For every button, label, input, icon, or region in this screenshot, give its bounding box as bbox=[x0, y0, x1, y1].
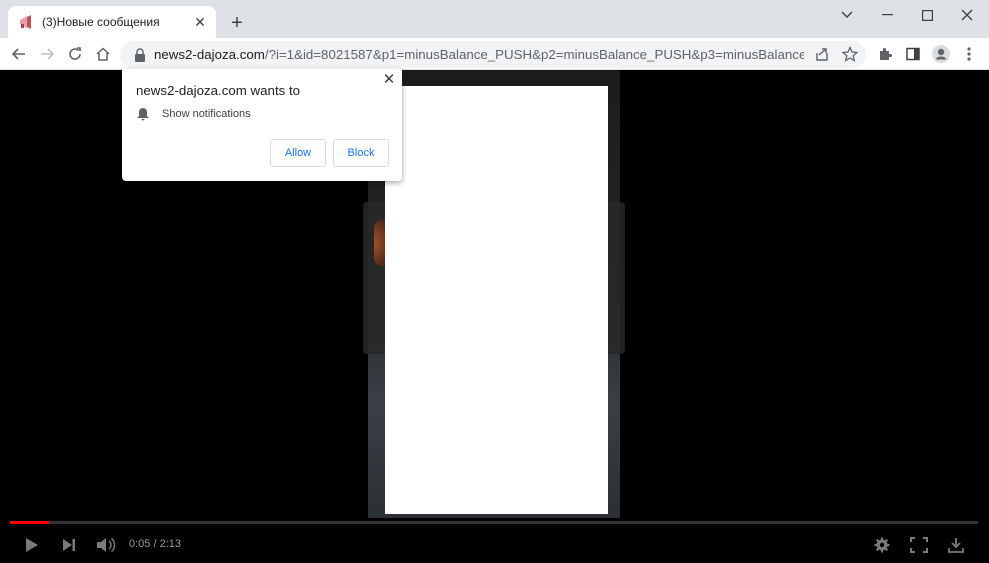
reload-icon[interactable] bbox=[63, 42, 87, 66]
maximize-icon[interactable] bbox=[907, 0, 947, 30]
prompt-close-icon[interactable]: ✕ bbox=[381, 71, 397, 88]
address-bar[interactable]: news2-dajoza.com/?i=1&id=8021587&p1=minu… bbox=[120, 41, 866, 68]
tab-strip: (3)Новые сообщения ✕ + bbox=[0, 0, 989, 38]
settings-gear-icon[interactable] bbox=[870, 533, 894, 557]
next-icon[interactable] bbox=[57, 533, 81, 557]
permission-text: Show notifications bbox=[162, 108, 251, 120]
video-time: 0:05 / 2:13 bbox=[129, 538, 181, 550]
fullscreen-icon[interactable] bbox=[907, 533, 931, 557]
extensions-puzzle-icon[interactable] bbox=[873, 42, 897, 66]
browser-toolbar: news2-dajoza.com/?i=1&id=8021587&p1=minu… bbox=[0, 38, 989, 70]
new-tab-plus-icon[interactable]: + bbox=[226, 12, 248, 34]
lock-icon[interactable] bbox=[134, 47, 146, 62]
url-path: /?i=1&id=8021587&p1=minusBalance_PUSH&p2… bbox=[264, 47, 804, 62]
close-window-icon[interactable] bbox=[947, 0, 987, 30]
browser-tab[interactable]: (3)Новые сообщения ✕ bbox=[8, 6, 216, 38]
profile-avatar-icon[interactable] bbox=[929, 42, 953, 66]
block-button[interactable]: Block bbox=[333, 139, 389, 167]
tab-search-chevron-icon[interactable] bbox=[827, 0, 867, 30]
volume-icon[interactable] bbox=[94, 533, 118, 557]
menu-kebab-icon[interactable] bbox=[957, 42, 981, 66]
megaphone-icon bbox=[20, 15, 31, 29]
prompt-title: news2-dajoza.com wants to bbox=[136, 83, 301, 98]
permission-row: Show notifications bbox=[136, 107, 251, 121]
side-panel-icon[interactable] bbox=[901, 42, 925, 66]
minimize-icon[interactable] bbox=[867, 0, 907, 30]
tab-title: (3)Новые сообщения bbox=[42, 15, 160, 29]
tab-close-icon[interactable]: ✕ bbox=[192, 14, 208, 30]
forward-arrow-icon[interactable] bbox=[35, 42, 59, 66]
url-host: news2-dajoza.com bbox=[154, 47, 265, 62]
url-text[interactable]: news2-dajoza.com/?i=1&id=8021587&p1=minu… bbox=[154, 47, 804, 62]
allow-button[interactable]: Allow bbox=[270, 139, 326, 167]
bookmark-star-icon[interactable] bbox=[838, 42, 862, 66]
play-icon[interactable] bbox=[20, 533, 44, 557]
home-icon[interactable] bbox=[91, 42, 115, 66]
notification-permission-prompt: ✕ news2-dajoza.com wants to Show notific… bbox=[122, 69, 402, 181]
blank-overlay-panel bbox=[385, 86, 608, 514]
download-icon[interactable] bbox=[944, 533, 968, 557]
bell-icon bbox=[137, 108, 149, 121]
video-progress-bar[interactable] bbox=[10, 521, 978, 524]
video-progress-fill bbox=[10, 521, 49, 524]
back-arrow-icon[interactable] bbox=[7, 42, 31, 66]
share-icon[interactable] bbox=[810, 42, 834, 66]
